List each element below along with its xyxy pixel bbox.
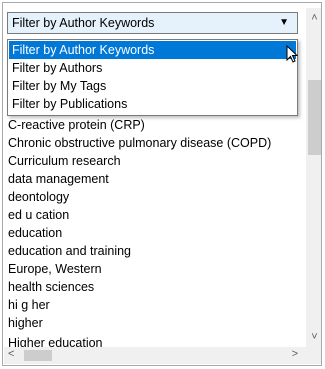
scroll-right-icon[interactable]: > [292,348,298,360]
scroll-down-icon[interactable]: ˅ [306,331,321,345]
keyword-item[interactable]: health sciences [8,278,94,296]
option-my-tags[interactable]: Filter by My Tags [9,77,296,95]
mouse-pointer-icon [286,45,299,63]
filter-dropdown-value: Filter by Author Keywords [12,16,155,30]
keyword-item[interactable]: data management [8,170,109,188]
filter-dropdown[interactable]: Filter by Author Keywords ▼ [7,12,298,34]
filter-panel: Filter by Author Keywords ▼ Filter by Au… [2,2,322,366]
keyword-item[interactable]: Chronic obstructive pulmonary disease (C… [8,134,271,152]
option-publications[interactable]: Filter by Publications [9,95,296,113]
keyword-item[interactable]: education [8,224,62,242]
scroll-up-icon[interactable]: ˄ [306,12,321,26]
chevron-down-icon[interactable]: ▼ [279,17,289,28]
keyword-item[interactable]: Curriculum research [8,152,121,170]
keyword-item[interactable]: C-reactive protein (CRP) [8,116,145,134]
option-author-keywords[interactable]: Filter by Author Keywords [9,41,296,59]
horizontal-scroll-thumb[interactable] [24,350,52,361]
option-authors[interactable]: Filter by Authors [9,59,296,77]
horizontal-scrollbar[interactable]: < > [4,347,306,364]
vertical-scroll-thumb[interactable] [308,80,321,155]
keyword-item[interactable]: hi g her [8,296,50,314]
keyword-item[interactable]: Europe, Western [8,260,102,278]
scrollbar-corner [306,347,321,364]
vertical-scrollbar[interactable]: ˄ ˅ [306,8,321,347]
keyword-item[interactable]: education and training [8,242,131,260]
scroll-left-icon[interactable]: < [8,348,14,360]
keyword-item[interactable]: deontology [8,188,69,206]
keyword-item[interactable]: ed u cation [8,206,69,224]
keyword-item[interactable]: higher [8,314,43,332]
filter-dropdown-list: Filter by Author Keywords Filter by Auth… [7,39,298,116]
